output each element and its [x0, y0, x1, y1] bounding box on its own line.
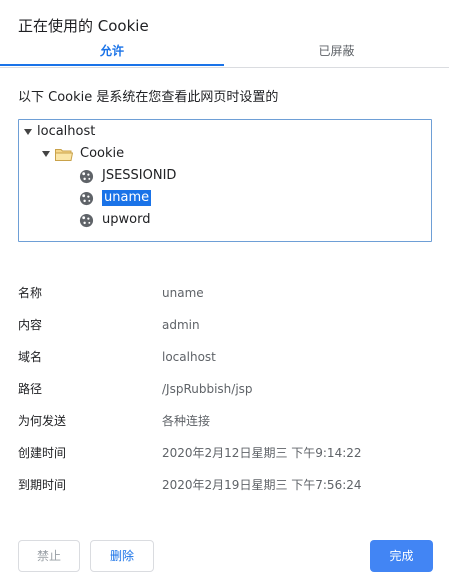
active-tab-indicator — [0, 64, 224, 66]
delete-button[interactable]: 删除 — [90, 540, 154, 572]
tab-blocked[interactable]: 已屏蔽 — [224, 38, 449, 66]
detail-key: 创建时间 — [18, 446, 67, 460]
tab-allowed[interactable]: 允许 — [0, 38, 224, 66]
detail-value: admin — [162, 318, 200, 332]
tab-bar: 允许 已屏蔽 — [0, 38, 449, 68]
folder-icon — [55, 148, 73, 161]
tree-node-uname[interactable]: uname — [79, 188, 152, 208]
detail-row-domain: 域名 localhost — [18, 348, 438, 366]
expand-triangle-icon[interactable] — [24, 129, 32, 135]
block-button[interactable]: 禁止 — [18, 540, 80, 572]
detail-row-content: 内容 admin — [18, 316, 438, 334]
tree-node-label: localhost — [37, 124, 96, 139]
detail-row-send-for: 为何发送 各种连接 — [18, 412, 438, 430]
cookie-icon — [79, 191, 94, 205]
tab-blocked-label: 已屏蔽 — [318, 44, 355, 58]
dialog-title: 正在使用的 Cookie — [18, 17, 149, 35]
tree-node-label: upword — [102, 212, 151, 227]
detail-value: localhost — [162, 350, 216, 364]
cookie-tree[interactable]: localhost Cookie JSESSIONID uname upword — [18, 119, 432, 242]
detail-row-name: 名称 uname — [18, 284, 438, 302]
tree-node-label: Cookie — [80, 146, 125, 161]
detail-value: 2020年2月19日星期三 下午7:56:24 — [162, 478, 362, 492]
tree-node-localhost[interactable]: localhost — [24, 122, 95, 142]
tab-allowed-label: 允许 — [99, 44, 124, 58]
tree-node-upword[interactable]: upword — [79, 210, 150, 230]
detail-row-created: 创建时间 2020年2月12日星期三 下午9:14:22 — [18, 444, 438, 462]
tree-node-jsessionid[interactable]: JSESSIONID — [79, 166, 176, 186]
tab-divider — [0, 67, 449, 68]
detail-key: 名称 — [18, 286, 43, 300]
detail-row-path: 路径 /JspRubbish/jsp — [18, 380, 438, 398]
detail-value: 各种连接 — [162, 414, 211, 428]
detail-key: 域名 — [18, 350, 43, 364]
detail-key: 到期时间 — [18, 478, 67, 492]
tree-node-label: JSESSIONID — [102, 168, 177, 183]
cookie-icon — [79, 169, 94, 183]
cookie-description: 以下 Cookie 是系统在您查看此网页时设置的 — [18, 90, 279, 105]
expand-triangle-icon[interactable] — [42, 151, 50, 157]
tree-node-label-selected: uname — [102, 190, 152, 206]
cookie-icon — [79, 213, 94, 227]
detail-row-expires: 到期时间 2020年2月19日星期三 下午7:56:24 — [18, 476, 438, 494]
detail-key: 路径 — [18, 382, 43, 396]
detail-key: 内容 — [18, 318, 43, 332]
tree-node-cookie-folder[interactable]: Cookie — [42, 144, 124, 164]
detail-value: /JspRubbish/jsp — [162, 382, 253, 396]
done-button[interactable]: 完成 — [370, 540, 433, 572]
detail-key: 为何发送 — [18, 414, 67, 428]
detail-value: uname — [162, 286, 204, 300]
detail-value: 2020年2月12日星期三 下午9:14:22 — [162, 446, 362, 460]
